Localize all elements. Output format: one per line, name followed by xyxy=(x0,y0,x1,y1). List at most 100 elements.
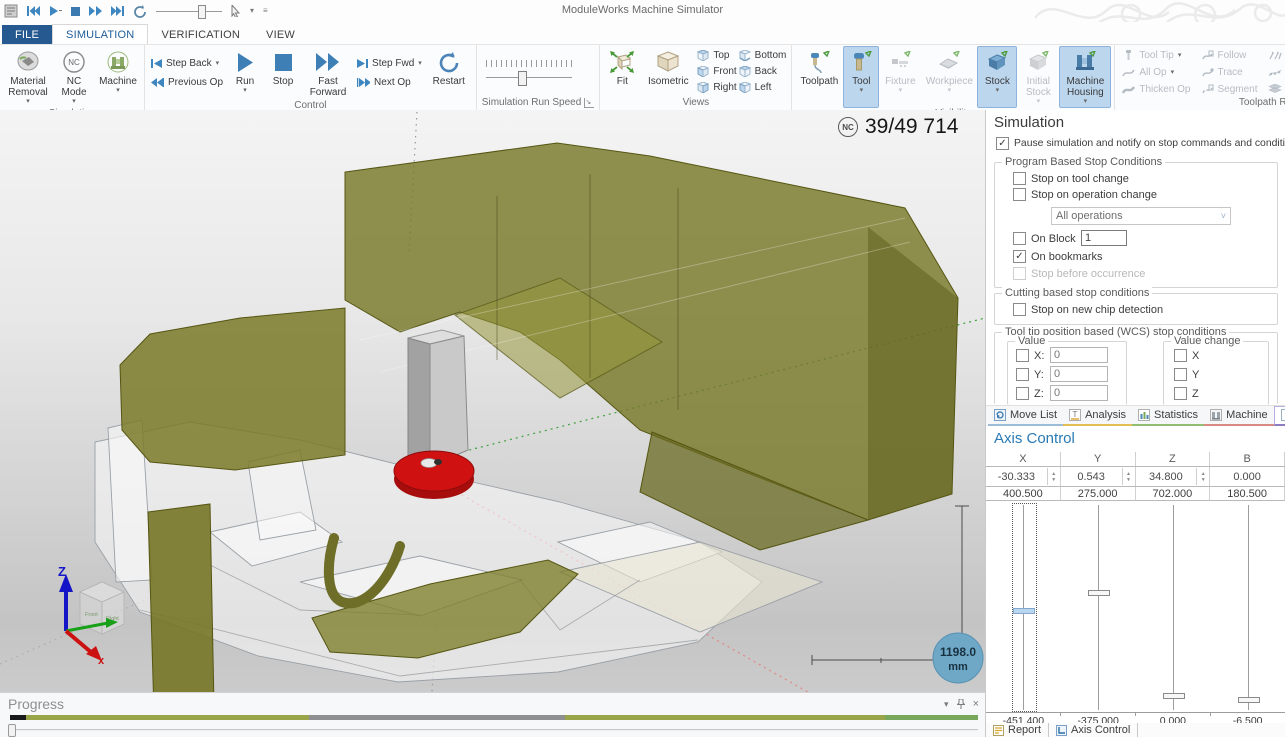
tool-vectors-button[interactable]: Tool Vectors xyxy=(1268,48,1285,63)
toolpath-visibility-button[interactable]: Toolpath xyxy=(795,46,843,108)
view-bottom-button[interactable]: Bottom xyxy=(739,48,787,63)
nc-mode-button[interactable]: NC NC Mode▾ xyxy=(53,46,95,108)
nc-mode-dropdown-icon[interactable]: ▾ xyxy=(72,98,76,106)
view-top-button[interactable]: Top xyxy=(697,48,736,63)
material-removal-dropdown-icon[interactable]: ▾ xyxy=(26,98,30,106)
stop-on-tool-change-checkbox[interactable] xyxy=(1013,172,1026,185)
step-back-button[interactable]: Step Back▾ xyxy=(151,56,223,71)
tool-dropdown-icon[interactable]: ▾ xyxy=(860,87,864,95)
axis-z-spinner[interactable]: ▲▼ xyxy=(1196,468,1209,485)
segment-button[interactable]: Segment xyxy=(1201,82,1258,97)
on-block-checkbox[interactable] xyxy=(1013,232,1026,245)
x-slider-handle[interactable] xyxy=(1013,608,1035,614)
machine-dropdown-icon[interactable]: ▾ xyxy=(116,87,120,95)
tab-axis-control[interactable]: Axis Control xyxy=(1049,723,1138,737)
axis-x-spinner[interactable]: ▲▼ xyxy=(1047,468,1060,485)
progress-pin-icon[interactable] xyxy=(957,699,965,709)
initial-stock-visibility-button[interactable]: Initial Stock▾ xyxy=(1017,46,1059,108)
wcs-z-row[interactable]: Z: xyxy=(1016,387,1044,400)
tab-verification[interactable]: VERIFICATION xyxy=(148,25,253,44)
progress-bar[interactable] xyxy=(10,715,978,720)
tab-simulation[interactable]: SIMULATION xyxy=(52,24,148,45)
tab-simulation-panel[interactable]: Simulation xyxy=(1274,406,1285,426)
restart-button[interactable]: Restart xyxy=(425,46,473,100)
stop-new-chip-row[interactable]: Stop on new chip detection xyxy=(1013,303,1163,316)
trace-button[interactable]: Trace xyxy=(1201,65,1258,80)
b-axis-slider[interactable] xyxy=(1248,505,1249,710)
layer-interval-button[interactable]: Layer Interval▾ xyxy=(1268,82,1285,97)
z-slider-handle[interactable] xyxy=(1163,693,1185,699)
tab-machine[interactable]: Machine xyxy=(1204,407,1274,426)
tab-file[interactable]: FILE xyxy=(2,25,52,44)
3d-viewport[interactable]: Front Right Z x xyxy=(0,110,985,692)
tab-view[interactable]: VIEW xyxy=(253,25,308,44)
on-block-row[interactable]: On Block xyxy=(1013,232,1076,245)
tab-report[interactable]: Report xyxy=(986,723,1049,737)
wcs-change-x-row[interactable]: X xyxy=(1174,349,1199,362)
step-fwd-button[interactable]: Step Fwd▾ xyxy=(357,56,422,71)
progress-dropdown-icon[interactable]: ▾ xyxy=(944,699,949,710)
tab-analysis[interactable]: T Analysis xyxy=(1063,407,1132,426)
workpiece-dropdown-icon[interactable]: ▾ xyxy=(948,87,952,95)
speed-slider-handle[interactable] xyxy=(518,71,527,86)
wcs-z-checkbox[interactable] xyxy=(1016,387,1029,400)
wcs-change-y-row[interactable]: Y xyxy=(1174,368,1199,381)
stop-new-chip-checkbox[interactable] xyxy=(1013,303,1026,316)
wcs-y-row[interactable]: Y: xyxy=(1016,368,1044,381)
wcs-x-input[interactable] xyxy=(1050,347,1108,363)
y-slider-handle[interactable] xyxy=(1088,590,1110,596)
view-back-button[interactable]: Back xyxy=(739,64,787,79)
wcs-y-checkbox[interactable] xyxy=(1016,368,1029,381)
run-button[interactable]: Run▾ xyxy=(226,46,264,100)
axis-x-value-cell[interactable]: -30.333▲▼ xyxy=(986,467,1061,486)
y-axis-slider[interactable] xyxy=(1098,505,1099,710)
simulation-speed-slider[interactable] xyxy=(486,70,572,86)
axis-z-value-cell[interactable]: 34.800▲▼ xyxy=(1136,467,1211,486)
stop-on-operation-change-checkbox[interactable] xyxy=(1013,188,1026,201)
wcs-z-input[interactable] xyxy=(1050,385,1108,401)
previous-op-button[interactable]: Previous Op xyxy=(151,75,223,90)
all-op-button[interactable]: All Op▾ xyxy=(1122,65,1190,80)
tab-statistics[interactable]: Statistics xyxy=(1132,407,1204,426)
fixture-dropdown-icon[interactable]: ▾ xyxy=(899,87,903,95)
on-bookmarks-row[interactable]: On bookmarks xyxy=(1013,250,1103,263)
stop-run-button[interactable]: Stop xyxy=(264,46,302,100)
next-op-button[interactable]: Next Op xyxy=(357,75,422,90)
pause-simulation-checkbox[interactable] xyxy=(996,137,1009,150)
progress-close-icon[interactable]: × xyxy=(973,698,979,710)
view-right-button[interactable]: Right xyxy=(697,80,736,95)
stock-dropdown-icon[interactable]: ▾ xyxy=(996,87,1000,95)
progress-slider-handle[interactable] xyxy=(8,724,16,737)
toolpath-points-button[interactable]: Toolpath Points xyxy=(1268,65,1285,80)
workpiece-visibility-button[interactable]: Workpiece▾ xyxy=(921,46,977,108)
progress-slider[interactable] xyxy=(8,724,978,736)
view-front-button[interactable]: Front xyxy=(697,64,736,79)
machine-housing-dropdown-icon[interactable]: ▾ xyxy=(1084,98,1088,106)
machine-housing-visibility-button[interactable]: Machine Housing▾ xyxy=(1059,46,1111,108)
fast-forward-button[interactable]: Fast Forward xyxy=(302,46,354,100)
axis-b-value-cell[interactable]: 0.000 xyxy=(1210,467,1285,486)
tool-tip-button[interactable]: Tool Tip▾ xyxy=(1122,48,1190,63)
fit-view-button[interactable]: Fit xyxy=(603,46,641,97)
tool-visibility-button[interactable]: Tool▾ xyxy=(843,46,879,108)
wcs-change-x-checkbox[interactable] xyxy=(1174,349,1187,362)
stock-visibility-button[interactable]: Stock▾ xyxy=(977,46,1017,108)
wcs-change-z-row[interactable]: Z xyxy=(1174,387,1199,400)
wcs-x-checkbox[interactable] xyxy=(1016,349,1029,362)
isometric-view-button[interactable]: Isometric xyxy=(641,46,695,97)
initial-stock-dropdown-icon[interactable]: ▾ xyxy=(1037,98,1041,106)
thicken-op-button[interactable]: Thicken Op xyxy=(1122,82,1190,97)
stop-on-operation-change-row[interactable]: Stop on operation change xyxy=(1013,188,1157,201)
material-removal-button[interactable]: Material Removal▾ xyxy=(3,46,53,108)
wcs-change-y-checkbox[interactable] xyxy=(1174,368,1187,381)
operations-select[interactable]: All operations ˅ xyxy=(1051,207,1231,225)
stop-on-tool-change-row[interactable]: Stop on tool change xyxy=(1013,172,1129,185)
follow-button[interactable]: Follow xyxy=(1201,48,1258,63)
view-left-button[interactable]: Left xyxy=(739,80,787,95)
pause-simulation-checkbox-row[interactable]: Pause simulation and notify on stop comm… xyxy=(996,137,1285,150)
wcs-change-z-checkbox[interactable] xyxy=(1174,387,1187,400)
on-block-input[interactable] xyxy=(1081,230,1127,246)
axis-y-value-cell[interactable]: 0.543▲▼ xyxy=(1061,467,1136,486)
machine-button[interactable]: Machine▾ xyxy=(95,46,141,108)
b-slider-handle[interactable] xyxy=(1238,697,1260,703)
